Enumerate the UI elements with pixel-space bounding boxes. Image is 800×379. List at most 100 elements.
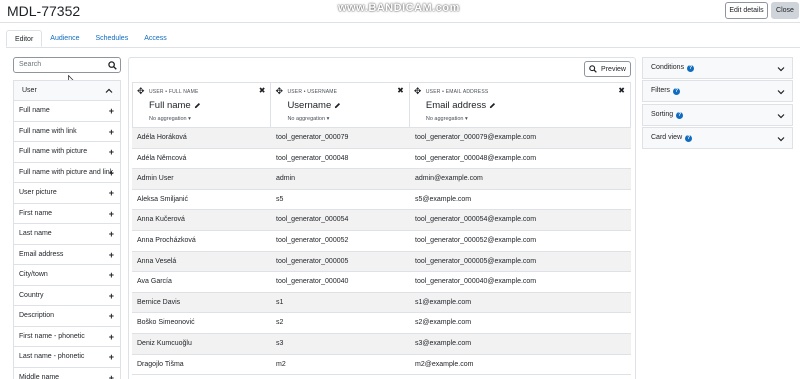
page-title: MDL-77352: [7, 3, 81, 19]
plus-icon[interactable]: +: [109, 306, 114, 326]
plus-icon[interactable]: +: [109, 327, 114, 347]
sidebar-item-label: First name: [19, 209, 53, 217]
settings-card-label: Filters?: [651, 87, 681, 95]
table-row: Ava García tool_generator_000040 tool_gene…: [132, 272, 631, 293]
plus-icon[interactable]: +: [109, 245, 114, 265]
chevron-up-icon[interactable]: [105, 87, 113, 95]
sidebar-item-last-name[interactable]: Last name +: [14, 224, 120, 245]
help-icon[interactable]: ?: [673, 88, 681, 95]
chevron-down-icon[interactable]: [777, 112, 785, 120]
aggregation-select[interactable]: No aggregation ▾: [287, 116, 329, 122]
settings-card-title: Conditions: [651, 64, 685, 71]
plus-icon[interactable]: +: [109, 265, 114, 285]
sidebar-item-label: Email address: [19, 250, 64, 258]
sidebar-item-user-picture[interactable]: User picture +: [14, 183, 120, 204]
table-cell: Anna Procházková: [137, 236, 196, 244]
sidebar-item-first-name-phonetic[interactable]: First name - phonetic +: [14, 327, 120, 347]
sidebar-item-first-name[interactable]: First name +: [14, 204, 120, 224]
plus-icon[interactable]: +: [109, 183, 114, 203]
table-cell: tool_generator_000054@example.com: [415, 216, 537, 224]
tab-audience[interactable]: Audience: [42, 30, 87, 47]
search-icon[interactable]: [108, 61, 117, 70]
sidebar-item-full-name-with-link[interactable]: Full name with link +: [14, 122, 120, 142]
table-header: ✥ USER • FULL NAME ✖ Full name No aggregatio…: [132, 82, 631, 128]
help-icon[interactable]: ?: [687, 65, 695, 72]
help-icon[interactable]: ?: [685, 135, 693, 142]
sidebar-section-label: User: [22, 87, 37, 94]
chevron-down-icon[interactable]: [777, 88, 785, 96]
sidebar-section-user[interactable]: User: [14, 81, 120, 101]
table-row: Bernice Davis s1 s1@example.com: [132, 292, 631, 314]
aggregation-value: No aggregation: [425, 116, 464, 122]
settings-card-conditions[interactable]: Conditions?: [642, 57, 793, 79]
column-title[interactable]: Full name: [149, 100, 201, 111]
plus-icon[interactable]: +: [109, 142, 114, 162]
help-icon[interactable]: ?: [676, 112, 684, 119]
settings-card-filters[interactable]: Filters?: [642, 80, 793, 102]
sidebar-item-description[interactable]: Description +: [14, 306, 120, 327]
table-cell: Deniz Kumcuoğlu: [137, 339, 192, 347]
remove-column-icon[interactable]: ✖: [397, 86, 404, 95]
settings-card-card-view[interactable]: Card view?: [642, 127, 793, 149]
table-cell: tool_generator_000079: [276, 134, 349, 141]
sidebar-item-label: Full name with picture: [19, 148, 88, 155]
pencil-icon[interactable]: [334, 102, 341, 109]
preview-button[interactable]: Preview: [584, 61, 631, 77]
table-row: Anna Procházková tool_generator_000052 too…: [132, 231, 631, 252]
plus-icon[interactable]: +: [109, 122, 114, 142]
settings-card-title: Card view: [651, 134, 683, 141]
plus-icon[interactable]: +: [109, 347, 114, 367]
plus-icon[interactable]: +: [109, 163, 114, 183]
sidebar-item-full-name-with-picture[interactable]: Full name with picture +: [14, 142, 120, 163]
table-cell: Bernice Davis: [137, 298, 181, 306]
pencil-icon[interactable]: [194, 102, 201, 109]
settings-card-label: Card view?: [651, 134, 693, 142]
sidebar-item-email-address[interactable]: Email address +: [14, 245, 120, 265]
tab-editor[interactable]: Editor: [6, 30, 43, 47]
settings-card-sorting[interactable]: Sorting?: [642, 104, 793, 126]
plus-icon[interactable]: +: [109, 224, 114, 244]
plus-icon[interactable]: +: [109, 286, 114, 306]
remove-column-icon[interactable]: ✖: [618, 86, 625, 95]
edit-details-button[interactable]: Edit details: [725, 2, 768, 19]
table-cell: s1@example.com: [415, 298, 472, 306]
table-cell: Admin User: [137, 175, 174, 183]
sidebar-item-label: Description: [19, 312, 55, 319]
report-editor-page: MDL-77352 www.BANDICAM.com Edit details …: [0, 0, 800, 379]
sidebar-item-label: Middle name: [19, 373, 60, 379]
plus-icon[interactable]: +: [109, 204, 114, 224]
move-icon[interactable]: ✥: [137, 86, 145, 97]
close-button[interactable]: Close: [771, 2, 799, 19]
tab-access[interactable]: Access: [136, 30, 175, 47]
sidebar-item-full-name-with-picture-and-link[interactable]: Full name with picture and link +: [14, 163, 120, 183]
move-icon[interactable]: ✥: [414, 86, 422, 97]
table-cell: Ava García: [137, 278, 172, 286]
column-title[interactable]: Username: [287, 100, 341, 111]
sidebar-item-label: Country: [19, 291, 44, 299]
search-input[interactable]: Search: [13, 57, 121, 73]
column-header-full-name: ✥ USER • FULL NAME ✖ Full name No aggregatio…: [133, 83, 272, 127]
tab-schedules[interactable]: Schedules: [88, 30, 137, 47]
aggregation-select[interactable]: No aggregation ▾: [149, 116, 191, 122]
table-body: Adéla Horáková tool_generator_000079 tool_…: [132, 128, 631, 376]
chevron-down-icon[interactable]: [777, 135, 785, 143]
move-icon[interactable]: ✥: [275, 86, 283, 97]
field-sidebar: User Full name + Full name with link + Full …: [13, 80, 121, 379]
sidebar-item-label: Full name: [19, 107, 50, 114]
column-title[interactable]: Email address: [426, 100, 496, 111]
table-cell: Boško Simeonović: [137, 319, 195, 327]
sidebar-item-country[interactable]: Country +: [14, 286, 120, 306]
sidebar-item-full-name[interactable]: Full name +: [14, 101, 120, 122]
plus-icon[interactable]: +: [109, 101, 114, 121]
table-cell: tool_generator_000079@example.com: [415, 134, 537, 141]
sidebar-item-middle-name[interactable]: Middle name +: [14, 368, 120, 379]
pencil-icon[interactable]: [489, 102, 496, 109]
sidebar-item-city-town[interactable]: City/town +: [14, 265, 120, 286]
remove-column-icon[interactable]: ✖: [259, 86, 266, 95]
sidebar-item-last-name-phonetic[interactable]: Last name - phonetic +: [14, 347, 120, 368]
table-cell: s3@example.com: [415, 339, 472, 347]
chevron-down-icon[interactable]: [777, 65, 785, 73]
aggregation-select[interactable]: No aggregation ▾: [426, 116, 468, 122]
table-cell: m2: [276, 360, 286, 368]
plus-icon[interactable]: +: [109, 368, 114, 379]
